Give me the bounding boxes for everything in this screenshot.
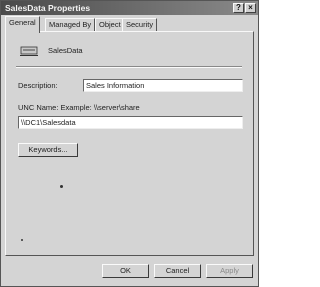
unc-name-label: UNC Name: Example: \\server\share: [18, 103, 140, 112]
scan-speck: [60, 185, 63, 188]
apply-button[interactable]: Apply: [206, 264, 253, 278]
description-field[interactable]: Sales Information: [83, 79, 243, 92]
help-button[interactable]: ?: [233, 3, 244, 13]
tab-security[interactable]: Security: [122, 18, 158, 32]
cancel-button[interactable]: Cancel: [154, 264, 201, 278]
tab-object[interactable]: Object: [95, 18, 125, 32]
tab-managed-by[interactable]: Managed By: [45, 18, 96, 32]
title-bar: SalesData Properties ? ×: [1, 1, 258, 15]
window-title: SalesData Properties: [5, 3, 91, 13]
tab-general[interactable]: General: [5, 16, 40, 33]
ok-button[interactable]: OK: [102, 264, 149, 278]
separator: [16, 66, 242, 68]
scan-speck: [21, 239, 23, 241]
keywords-button[interactable]: Keywords...: [18, 143, 78, 157]
object-name: SalesData: [48, 46, 83, 55]
shared-folder-icon: [20, 46, 38, 56]
description-label: Description:: [18, 81, 58, 90]
unc-name-field[interactable]: \\DC1\Salesdata: [18, 116, 243, 129]
close-button[interactable]: ×: [245, 3, 256, 13]
general-tab-panel: SalesData Description: Sales Information…: [5, 31, 254, 256]
properties-dialog: SalesData Properties ? × General Managed…: [0, 0, 259, 287]
